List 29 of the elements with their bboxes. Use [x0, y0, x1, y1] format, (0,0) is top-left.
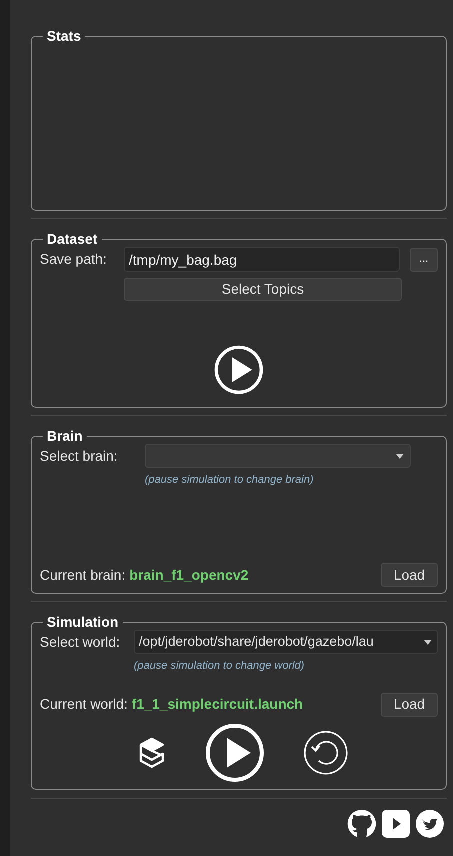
- world-value: /opt/jderobot/share/jderobot/gazebo/lau: [139, 632, 375, 651]
- github-icon[interactable]: [347, 809, 377, 839]
- input-field[interactable]: /tmp/my_bag.bag: [124, 247, 400, 272]
- field-label: Current world:: [40, 695, 128, 714]
- hint-text: (pause simulation to change brain): [145, 473, 314, 488]
- field-label: Save path:: [40, 250, 108, 269]
- load-button[interactable]: Load: [381, 563, 438, 587]
- load-button[interactable]: Load: [381, 692, 438, 716]
- current-brain: brain_f1_opencv2: [130, 566, 249, 585]
- dropdown-caret-icon: [424, 640, 432, 644]
- hint-text: (pause simulation to change world): [134, 659, 305, 674]
- group-title: Stats: [46, 28, 82, 44]
- cube-icon[interactable]: [137, 736, 167, 770]
- group-title: Dataset: [46, 231, 99, 247]
- field-label: Current brain:: [40, 566, 126, 584]
- bird-icon[interactable]: [415, 809, 445, 839]
- select-topics-button[interactable]: Select Topics: [124, 278, 402, 301]
- field-label: Select world:: [40, 632, 122, 652]
- play-icon[interactable]: [205, 722, 265, 782]
- play-icon[interactable]: [214, 345, 264, 395]
- current-world: f1_1_simplecircuit.launch: [132, 695, 304, 714]
- field-label: Select brain:: [40, 446, 119, 466]
- group-title: Simulation: [46, 614, 120, 630]
- group-title: Brain: [46, 428, 84, 444]
- video-play-icon[interactable]: [381, 809, 411, 839]
- reset-icon[interactable]: [303, 730, 349, 776]
- browse-button[interactable]: ...: [410, 248, 438, 272]
- world-dropdown[interactable]: /opt/jderobot/share/jderobot/gazebo/lau: [134, 630, 438, 654]
- dropdown-caret-icon: [396, 454, 404, 458]
